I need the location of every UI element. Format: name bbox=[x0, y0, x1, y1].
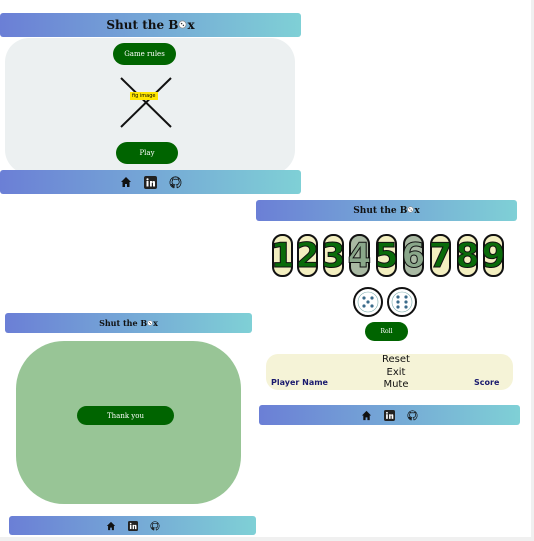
game-header: Shut the B x bbox=[256, 200, 517, 221]
github-icon[interactable] bbox=[169, 175, 182, 189]
home-footer bbox=[0, 170, 301, 194]
end-title: Shut the B x bbox=[99, 318, 158, 328]
tile-1[interactable]: 1 bbox=[270, 234, 295, 277]
roll-button[interactable]: Roll bbox=[365, 322, 408, 341]
home-icon[interactable] bbox=[120, 176, 132, 188]
tile-2[interactable]: 2 bbox=[295, 234, 320, 277]
tile-5[interactable]: 5 bbox=[374, 234, 399, 277]
image-alt-text: fig image bbox=[130, 92, 158, 100]
linkedin-icon[interactable] bbox=[127, 520, 138, 531]
exit-button[interactable]: Exit bbox=[382, 367, 410, 380]
die-2-icon bbox=[387, 287, 417, 317]
home-icon[interactable] bbox=[106, 521, 116, 531]
home-header: Shut the B x bbox=[0, 13, 301, 37]
player-name-label: Player Name bbox=[271, 378, 328, 387]
game-menu: Reset Exit Mute bbox=[382, 354, 410, 392]
tile-6[interactable]: 6 bbox=[401, 234, 426, 277]
box-logo-icon bbox=[407, 205, 414, 216]
title-text-end: x bbox=[187, 18, 195, 32]
game-title: Shut the B x bbox=[353, 206, 419, 216]
title-text-start: Shut the B bbox=[99, 318, 148, 328]
game-footer bbox=[259, 405, 520, 425]
linkedin-icon[interactable] bbox=[384, 409, 395, 421]
score-panel: Reset Exit Mute Player Name Score bbox=[266, 354, 513, 390]
title-text-start: Shut the B bbox=[353, 205, 408, 216]
thank-you-button[interactable]: Thank you bbox=[77, 406, 174, 425]
title-text-end: x bbox=[414, 205, 420, 216]
title-text-start: Shut the B bbox=[106, 18, 179, 32]
placeholder-image: fig image bbox=[120, 77, 172, 128]
mute-button[interactable]: Mute bbox=[382, 379, 410, 392]
reset-button[interactable]: Reset bbox=[382, 354, 410, 367]
game-rules-button[interactable]: Game rules bbox=[113, 43, 176, 65]
tile-4[interactable]: 4 bbox=[347, 234, 372, 277]
end-footer bbox=[9, 516, 256, 535]
bottom-edge-divider bbox=[0, 537, 534, 541]
box-logo-icon bbox=[147, 318, 153, 328]
play-button[interactable]: Play bbox=[116, 142, 178, 164]
app-title: Shut the B x bbox=[106, 18, 194, 32]
score-label: Score bbox=[474, 378, 500, 387]
box-logo-icon bbox=[178, 18, 187, 32]
linkedin-icon[interactable] bbox=[143, 175, 157, 189]
github-icon[interactable] bbox=[407, 409, 418, 421]
github-icon[interactable] bbox=[149, 520, 160, 531]
title-text-end: x bbox=[153, 318, 158, 328]
home-icon[interactable] bbox=[361, 410, 372, 421]
die-1-icon bbox=[353, 287, 383, 317]
end-header: Shut the B x bbox=[5, 313, 252, 333]
tile-9[interactable]: 9 bbox=[481, 234, 506, 277]
tile-3[interactable]: 3 bbox=[321, 234, 346, 277]
tile-7[interactable]: 7 bbox=[428, 234, 453, 277]
tile-8[interactable]: 8 bbox=[455, 234, 480, 277]
